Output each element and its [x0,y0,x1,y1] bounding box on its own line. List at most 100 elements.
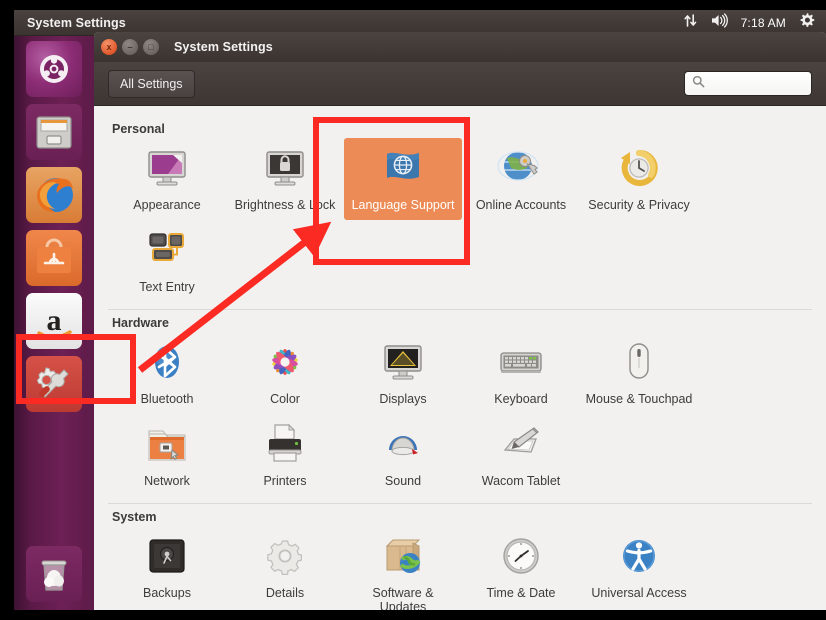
settings-tile-language-support[interactable]: Language Support [344,138,462,220]
svg-text:a: a [47,304,62,337]
files-icon [26,104,82,160]
settings-tile-software-updates[interactable]: Software & Updates [344,526,462,610]
settings-tile-text-entry[interactable]: Text Entry [108,220,226,302]
close-button[interactable]: x [101,39,117,55]
tile-label: Universal Access [591,586,687,600]
section-title-personal: Personal [112,122,165,136]
tile-label: Keyboard [494,392,548,406]
search-box[interactable] [684,71,812,96]
launcher-item-amazon[interactable]: a [26,293,82,349]
settings-tile-backups[interactable]: Backups [108,526,226,610]
maximize-icon: □ [148,41,154,52]
tile-label: Text Entry [139,280,195,294]
section-personal: Personal Appearance Brightness & Lock La… [94,122,826,302]
tile-grid-system: Backups Details Software & Updates Time … [108,526,812,610]
launcher-item-system-settings[interactable] [26,356,82,412]
tile-label: Online Accounts [475,198,567,212]
tile-label: Mouse & Touchpad [585,392,693,406]
printers-icon [261,420,309,468]
wacom-tablet-icon [497,420,545,468]
software-updates-icon [379,532,427,580]
tile-label: Security & Privacy [588,198,690,212]
section-divider [108,503,812,504]
panel-indicators: 7:18 AM [683,12,826,33]
settings-tile-displays[interactable]: Displays [344,332,462,414]
color-icon [261,338,309,386]
all-settings-button[interactable]: All Settings [108,69,195,98]
settings-tile-security-privacy[interactable]: Security & Privacy [580,138,698,220]
firefox-icon [26,167,82,223]
security-privacy-icon [615,144,663,192]
network-icon [143,420,191,468]
text-entry-icon [143,226,191,274]
tile-grid-personal: Appearance Brightness & Lock Language Su… [108,138,812,302]
window-title: System Settings [174,40,273,54]
tile-label: Bluetooth [140,392,194,406]
section-title-hardware: Hardware [112,316,169,330]
settings-tile-printers[interactable]: Printers [226,414,344,496]
close-icon: x [106,41,112,52]
launcher-item-files[interactable] [26,104,82,160]
settings-tile-time-date[interactable]: Time & Date [462,526,580,610]
tile-label: Software & Updates [372,586,434,610]
section-divider [108,309,812,310]
settings-tile-color[interactable]: Color [226,332,344,414]
settings-tile-appearance[interactable]: Appearance [108,138,226,220]
gear-icon[interactable] [799,12,815,33]
displays-icon [379,338,427,386]
search-input[interactable] [711,76,804,91]
keyboard-icon [497,338,545,386]
section-hardware: Hardware Bluetooth Color Displays Keyboa… [94,316,826,496]
screen: System Settings 7:18 AM a x – □ System S… [0,0,826,620]
settings-content: Personal Appearance Brightness & Lock La… [94,106,826,610]
language-support-icon [379,144,427,192]
tile-label: Backups [143,586,191,600]
tile-grid-hardware: Bluetooth Color Displays Keyboard Mouse … [108,332,812,496]
sound-icon [379,420,427,468]
settings-tile-brightness-lock[interactable]: Brightness & Lock [226,138,344,220]
unity-launcher: a [14,36,94,610]
maximize-button[interactable]: □ [143,39,159,55]
launcher-item-firefox[interactable] [26,167,82,223]
ubuntu-logo-icon [26,41,82,97]
panel-clock[interactable]: 7:18 AM [741,16,786,30]
panel-app-title[interactable]: System Settings [14,16,126,30]
settings-tile-wacom-tablet[interactable]: Wacom Tablet [462,414,580,496]
window-toolbar: All Settings [94,62,826,106]
section-system: System Backups Details Software & Update… [94,510,826,610]
settings-tile-details[interactable]: Details [226,526,344,610]
minimize-button[interactable]: – [122,39,138,55]
settings-tile-universal-access[interactable]: Universal Access [580,526,698,610]
window-titlebar[interactable]: x – □ System Settings [94,32,826,62]
network-transfer-icon[interactable] [683,13,698,33]
settings-tile-network[interactable]: Network [108,414,226,496]
launcher-item-dash-home[interactable] [26,41,82,97]
tile-label: Displays [379,392,427,406]
online-accounts-icon [497,144,545,192]
amazon-icon: a [26,293,82,349]
search-icon [692,75,705,93]
launcher-item-ubuntu-software[interactable] [26,230,82,286]
tile-label: Printers [263,474,307,488]
settings-tile-online-accounts[interactable]: Online Accounts [462,138,580,220]
minimize-icon: – [127,41,133,52]
tile-label: Wacom Tablet [481,474,561,488]
tile-label: Sound [384,474,422,488]
details-icon [261,532,309,580]
time-date-icon [497,532,545,580]
brightness-lock-icon [261,144,309,192]
appearance-icon [143,144,191,192]
settings-tile-keyboard[interactable]: Keyboard [462,332,580,414]
tile-label: Color [270,392,300,406]
system-settings-icon [26,356,82,412]
trash-icon [26,546,82,602]
launcher-item-trash[interactable] [26,546,82,602]
volume-icon[interactable] [711,12,728,33]
settings-tile-mouse-touchpad[interactable]: Mouse & Touchpad [580,332,698,414]
ubuntu-software-icon [26,230,82,286]
section-title-system: System [112,510,157,524]
tile-label: Network [144,474,190,488]
settings-tile-sound[interactable]: Sound [344,414,462,496]
universal-access-icon [615,532,663,580]
settings-tile-bluetooth[interactable]: Bluetooth [108,332,226,414]
